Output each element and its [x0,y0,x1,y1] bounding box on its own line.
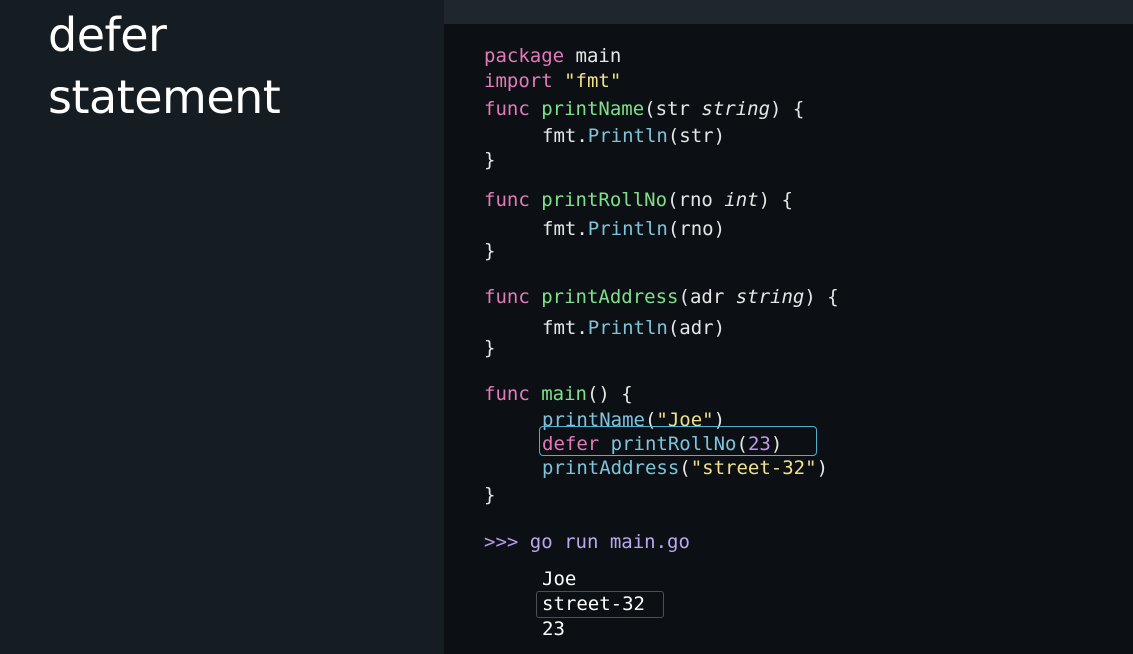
code-line-package: package main [484,44,621,68]
function-name: printAddress [541,286,679,308]
defer-highlight-box [539,426,817,456]
function-name: printName [541,98,645,120]
code-editor-panel: package main import "fmt" func printName… [444,24,1133,654]
string-arg: "street-32" [690,457,817,479]
params-close: ) { [770,98,805,120]
call-args: (str) [667,125,726,147]
call-name: Println [587,317,668,339]
call-name: Println [587,125,668,147]
keyword-func: func [484,189,530,211]
params-close: ) { [758,189,793,211]
params-close: ) { [804,286,839,308]
code-line-import: import "fmt" [484,69,621,93]
code-block: package main import "fmt" func printName… [444,24,839,654]
code-line-printname-body: fmt.Println(str) [542,124,725,148]
code-line-printrollno-body: fmt.Println(rno) [542,217,725,241]
params-open: (rno [667,189,725,211]
code-line-printaddress-body: fmt.Println(adr) [542,316,725,340]
function-name: main [541,383,587,405]
params-open: (str [644,98,702,120]
call-args: (rno) [667,218,726,240]
pkg-ref: fmt. [542,317,588,339]
slide: defer statement package main import "fmt… [0,0,1133,654]
terminal-output-line: Joe [542,568,577,590]
paren-open: ( [679,457,691,479]
terminal-prompt: >>> [484,531,519,553]
call-name: Println [587,218,668,240]
param-type: int [724,189,759,211]
keyword-func: func [484,383,530,405]
code-line-func-printrollno: func printRollNo(rno int) { [484,188,793,212]
code-line-call-printaddress: printAddress("street-32") [542,456,828,480]
keyword-package: package [484,45,565,67]
terminal-output-line: 23 [542,618,565,640]
param-type: string [701,98,771,120]
terminal-command: go run main.go [518,531,690,553]
output-highlight-box [536,591,664,618]
params: () { [586,383,633,405]
editor-top-bar [444,0,1133,24]
import-path: "fmt" [564,70,622,92]
code-line-func-printaddress: func printAddress(adr string) { [484,285,839,309]
title-line-1: defer [48,8,167,62]
pkg-ref: fmt. [542,218,588,240]
code-line-func-printname: func printName(str string) { [484,97,804,121]
terminal-command-line: >>> go run main.go [484,530,690,554]
code-line-close-brace: } [484,240,496,262]
paren-close: ) [816,457,829,479]
code-line-close-brace: } [484,149,496,171]
params-open: (adr [678,286,736,308]
keyword-func: func [484,286,530,308]
package-name: main [564,45,622,67]
code-line-func-main: func main() { [484,382,633,406]
code-line-close-brace: } [484,337,496,359]
call-name: printAddress [542,457,680,479]
param-type: string [735,286,805,308]
pkg-ref: fmt. [542,125,588,147]
slide-title: defer statement [48,4,281,128]
title-line-2: statement [48,70,281,124]
keyword-import: import [484,70,553,92]
code-line-close-brace: } [484,484,496,506]
call-args: (adr) [667,317,726,339]
keyword-func: func [484,98,530,120]
function-name: printRollNo [541,189,668,211]
